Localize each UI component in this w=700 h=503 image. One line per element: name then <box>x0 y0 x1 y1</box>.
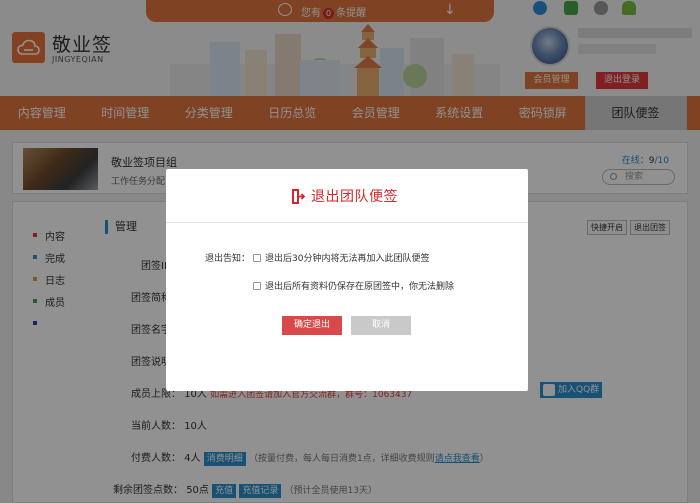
cancel-button[interactable]: 取消 <box>351 316 411 335</box>
dialog-title: 退出团队便签 <box>311 189 398 205</box>
exit-team-dialog: 退出团队便签 退出告知： 退出后30分钟内将无法再加入此团队便签 退出后所有资料… <box>166 169 528 391</box>
dialog-notice-label: 退出告知： <box>205 254 251 264</box>
dialog-option-1[interactable]: 退出后30分钟内将无法再加入此团队便签 <box>253 251 429 264</box>
checkbox[interactable] <box>253 281 261 290</box>
dialog-option-2[interactable]: 退出后所有资料仍保存在原团签中，你无法删除 <box>253 279 454 292</box>
dialog-option-2-label: 退出后所有资料仍保存在原团签中，你无法删除 <box>265 282 455 292</box>
exit-icon <box>292 189 305 204</box>
dialog-header: 退出团队便签 <box>166 169 528 223</box>
confirm-exit-button[interactable]: 确定退出 <box>282 316 342 335</box>
dialog-option-1-label: 退出后30分钟内将无法再加入此团队便签 <box>265 254 430 264</box>
checkbox[interactable] <box>253 253 261 262</box>
